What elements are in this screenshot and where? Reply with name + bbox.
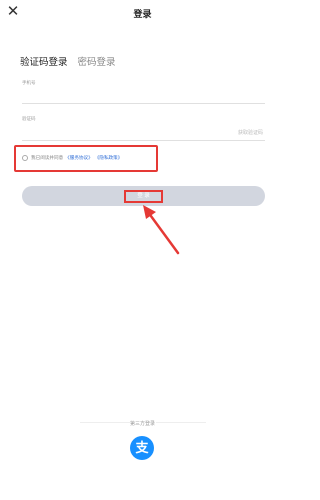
- annotation-arrow-icon: [143, 205, 180, 255]
- third-party-login-label: 第三方登录: [129, 421, 155, 427]
- phone-field-label: 手机号: [22, 80, 36, 85]
- verification-code-field[interactable]: 验证码 获取验证码: [22, 116, 265, 141]
- alipay-icon[interactable]: 支: [130, 436, 154, 460]
- tab-sms-login[interactable]: 验证码登录: [20, 54, 68, 68]
- get-code-button[interactable]: 获取验证码: [238, 129, 263, 136]
- login-highlight-box: [124, 190, 163, 203]
- tab-password-login[interactable]: 密码登录: [78, 54, 116, 68]
- login-tabs: 验证码登录 密码登录: [20, 54, 116, 68]
- phone-field[interactable]: 手机号: [22, 80, 265, 104]
- divider-right: [156, 422, 206, 423]
- radio-icon[interactable]: [22, 155, 28, 161]
- agreement-text: 我已阅读并同意: [31, 155, 64, 160]
- agreement-row: 我已阅读并同意 《服务协议》 《隐私政策》: [22, 155, 122, 161]
- privacy-policy-link[interactable]: 《隐私政策》: [95, 155, 123, 161]
- code-field-label: 验证码: [22, 116, 36, 121]
- page-title: 登录: [133, 9, 152, 19]
- service-agreement-link[interactable]: 《服务协议》: [65, 155, 93, 161]
